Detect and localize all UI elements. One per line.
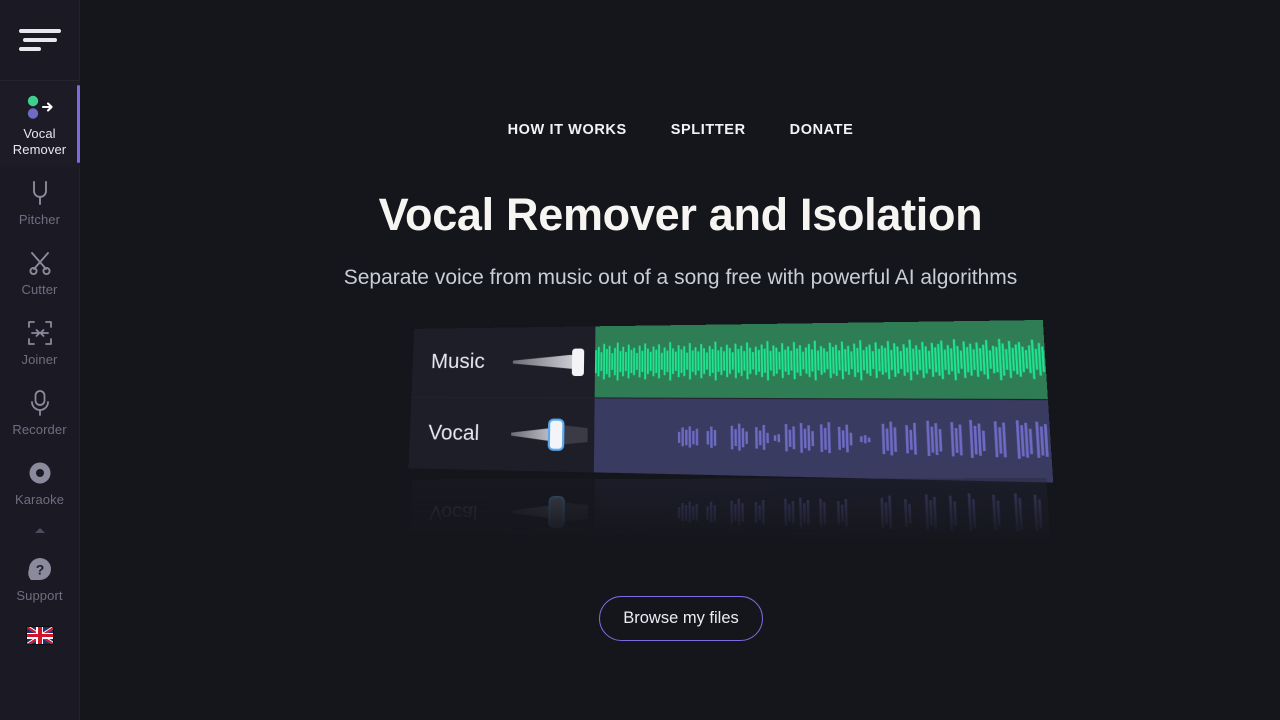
sidebar-item-vocal-remover[interactable]: Vocal Remover (0, 81, 80, 167)
track-label-cell: Vocal (408, 398, 594, 473)
chevron-up-icon (35, 528, 45, 533)
sidebar-item-support[interactable]: ? Support (0, 543, 80, 613)
sidebar-item-label: Joiner (21, 352, 57, 368)
sidebar-item-pitcher[interactable]: Pitcher (0, 167, 80, 237)
volume-fader-vocal[interactable] (511, 420, 588, 449)
sidebar-collapse-button[interactable] (0, 517, 80, 543)
scissors-icon (27, 248, 53, 278)
microphone-icon (29, 388, 51, 418)
waveform-vocal[interactable] (594, 398, 1053, 482)
sidebar-item-label: Vocal Remover (13, 126, 66, 158)
join-arrows-icon (27, 318, 53, 348)
track-label-cell: Music (411, 326, 595, 397)
sidebar-item-cutter[interactable]: Cutter (0, 237, 80, 307)
language-selector[interactable] (0, 613, 80, 664)
track-row: Vocal (410, 478, 1051, 552)
nav-link-splitter[interactable]: SPLITTER (671, 122, 746, 138)
sidebar-item-label: Pitcher (19, 212, 60, 228)
fader-handle[interactable] (550, 421, 563, 449)
volume-fader-music[interactable] (513, 348, 589, 376)
mixer-preview-illustration: Music Vocal Vocal (411, 330, 971, 530)
top-navigation: HOW IT WORKS SPLITTER DONATE (81, 122, 1280, 138)
tuning-fork-icon (28, 178, 52, 208)
fader-track-icon (513, 354, 576, 369)
track-label: Music (431, 350, 486, 374)
menu-button[interactable] (0, 0, 80, 81)
sidebar-item-label: Cutter (21, 282, 57, 298)
main-content: HOW IT WORKS SPLITTER DONATE Vocal Remov… (81, 0, 1280, 720)
sidebar-item-recorder[interactable]: Recorder (0, 377, 80, 447)
record-disc-icon (27, 458, 53, 488)
track-row: Vocal (408, 398, 1053, 483)
sidebar-item-label: Karaoke (15, 492, 64, 508)
fader-handle[interactable] (572, 348, 584, 376)
waveform-music[interactable] (595, 320, 1048, 399)
page-subtitle: Separate voice from music out of a song … (81, 266, 1280, 290)
browse-my-files-button[interactable]: Browse my files (599, 596, 763, 641)
vocal-remover-icon (23, 92, 57, 122)
fader-track-remainder (561, 502, 588, 521)
waveform-reflection (594, 478, 1051, 552)
sidebar-item-label: Support (16, 588, 62, 604)
track-label: Vocal (429, 500, 478, 523)
question-mark-icon: ? (27, 554, 53, 584)
hamburger-icon-line-3 (19, 47, 41, 51)
track-row: Music (411, 320, 1048, 400)
sidebar-item-joiner[interactable]: Joiner (0, 307, 80, 377)
fader-handle (550, 498, 562, 526)
sidebar: Vocal Remover Pitcher Cutter Joiner Reco… (0, 0, 80, 720)
mixer-reflection: Vocal (410, 478, 1051, 552)
nav-link-donate[interactable]: DONATE (790, 122, 854, 138)
page-title: Vocal Remover and Isolation (81, 189, 1280, 241)
volume-fader-reflection (511, 498, 588, 526)
sidebar-item-karaoke[interactable]: Karaoke (0, 447, 80, 517)
fader-track-remainder (561, 425, 588, 445)
track-label-cell: Vocal (410, 479, 595, 546)
uk-flag-icon (27, 627, 53, 644)
sidebar-item-label: Recorder (12, 422, 66, 438)
hamburger-icon-line-1 (19, 29, 61, 33)
track-label: Vocal (428, 421, 480, 446)
hamburger-icon-line-2 (23, 38, 57, 42)
svg-text:?: ? (35, 562, 44, 578)
nav-link-how-it-works[interactable]: HOW IT WORKS (508, 122, 627, 138)
